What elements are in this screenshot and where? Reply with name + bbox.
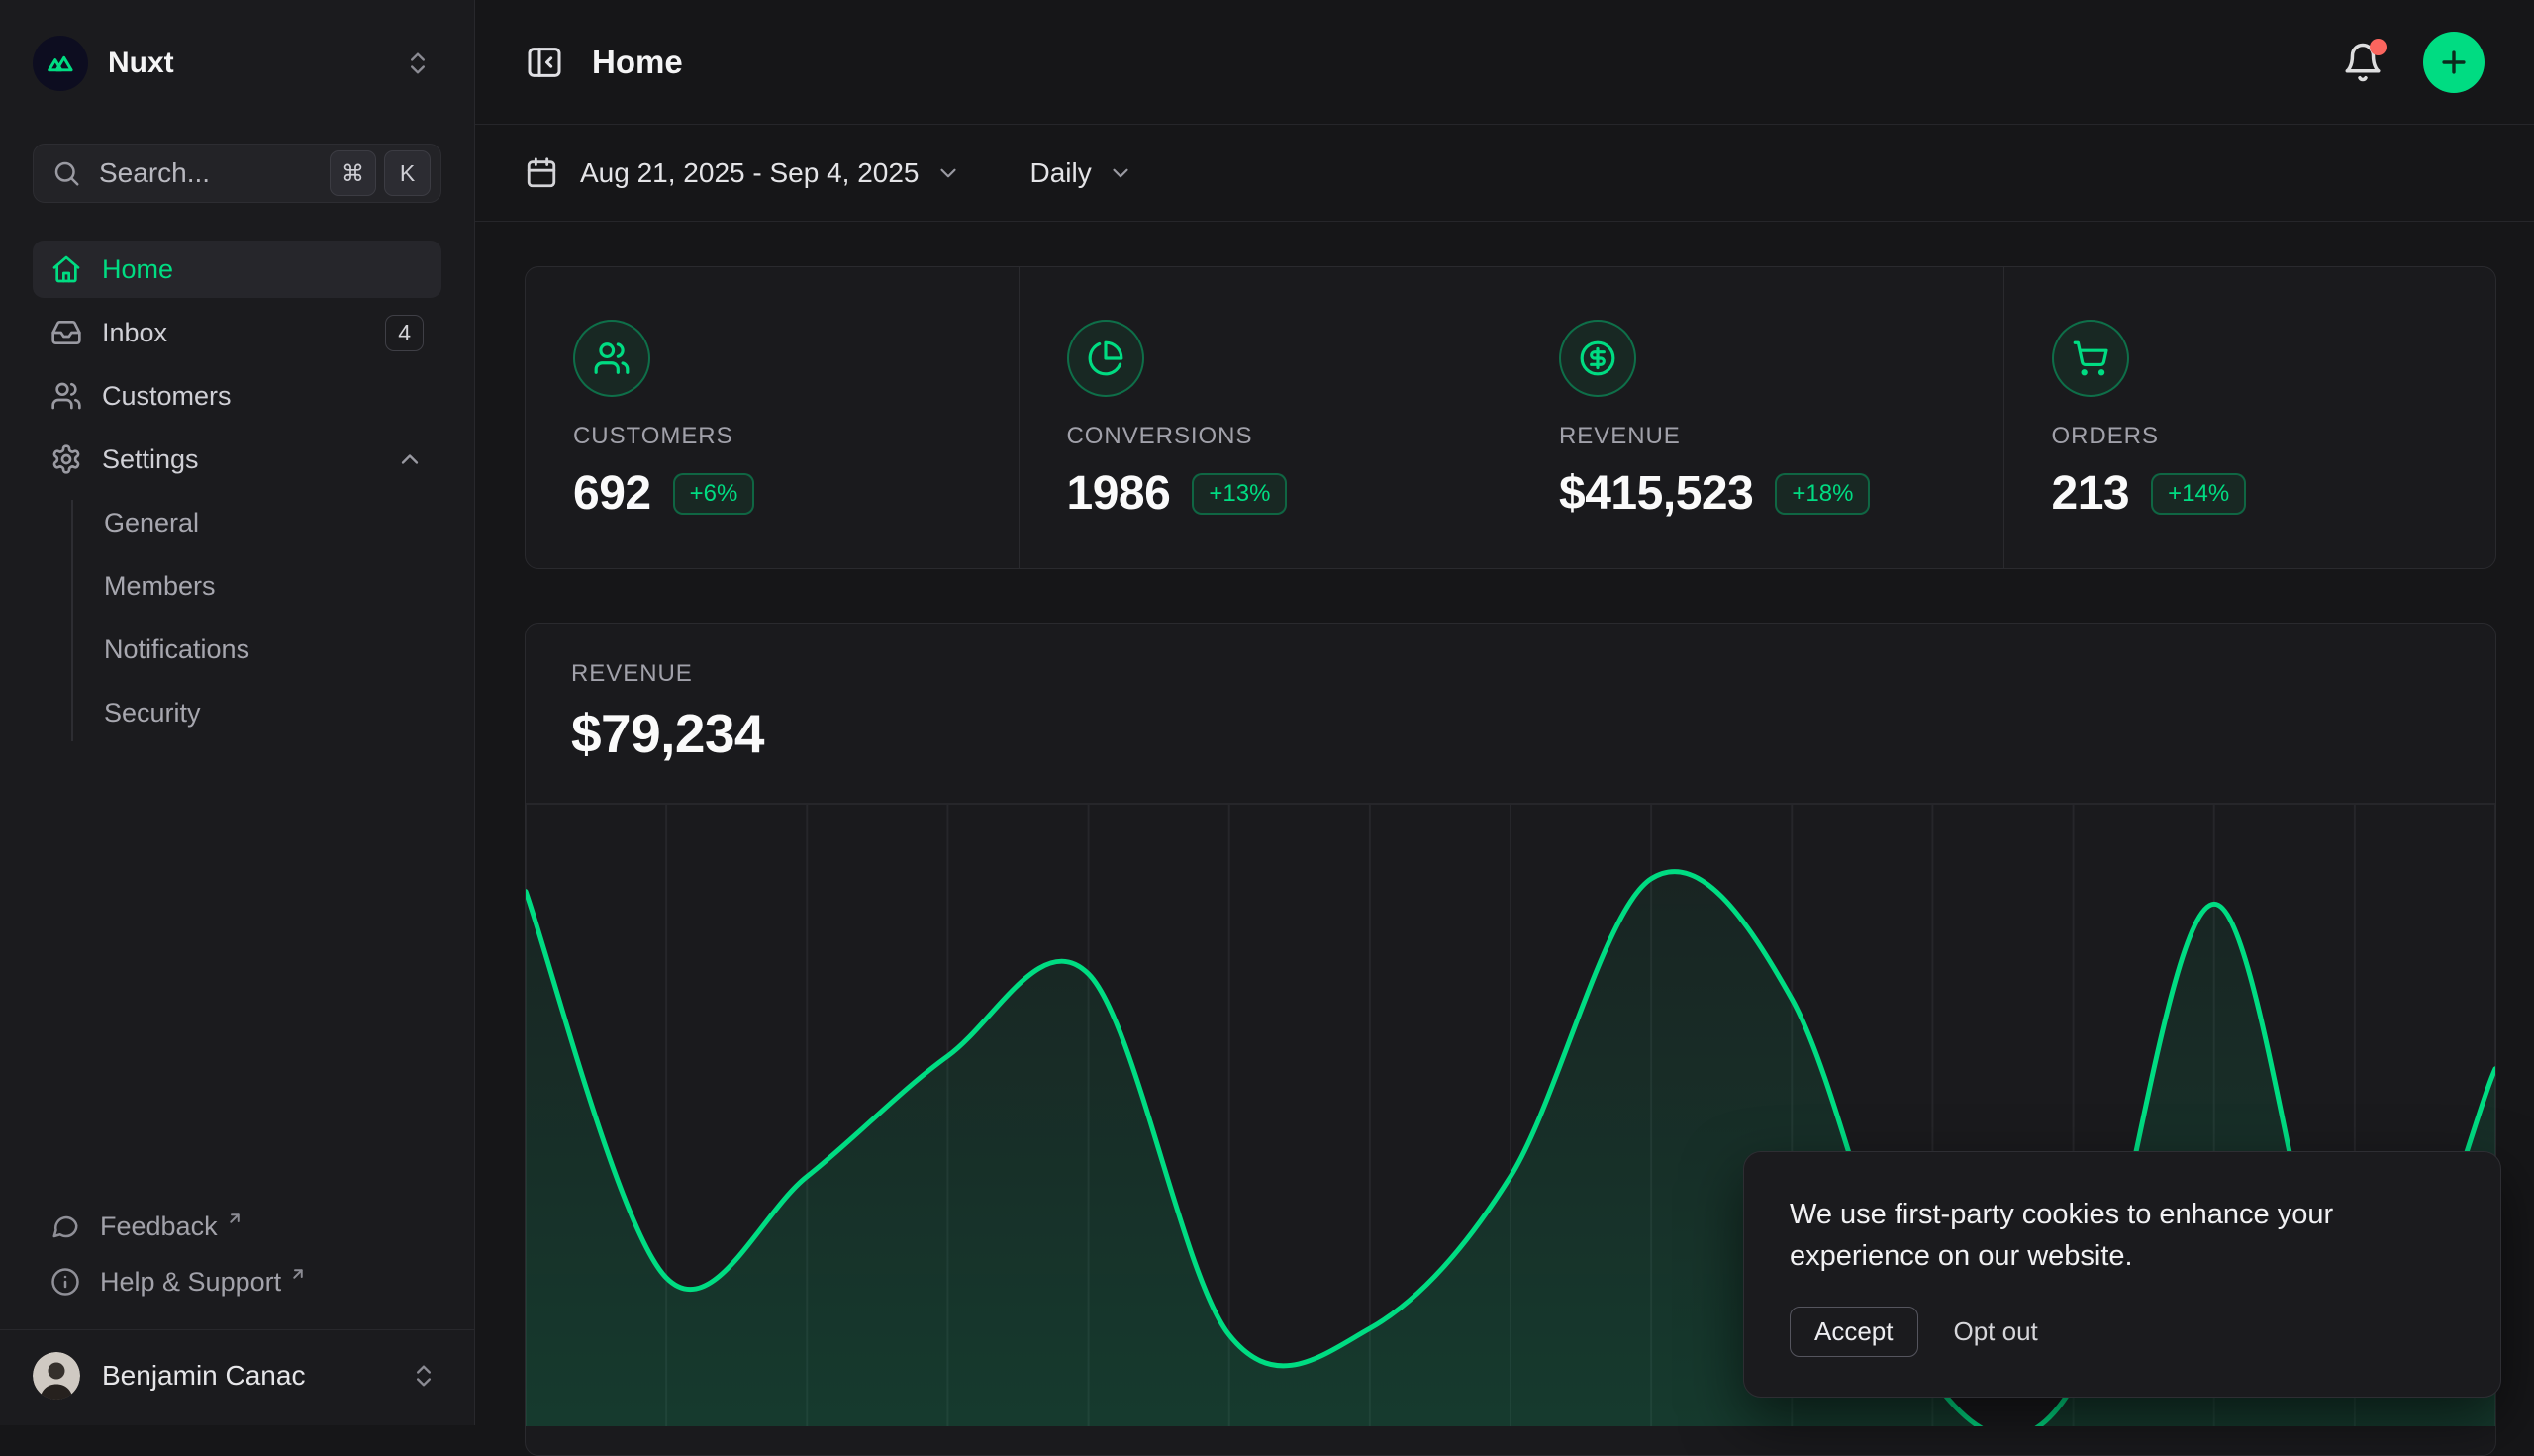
user-name: Benjamin Canac (102, 1360, 305, 1392)
sidebar-item-inbox[interactable]: Inbox 4 (33, 304, 441, 361)
cookie-actions: Accept Opt out (1790, 1307, 2455, 1357)
notifications-button[interactable] (2342, 42, 2384, 83)
kbd-cmd: ⌘ (330, 150, 376, 196)
sidebar-divider (0, 1329, 474, 1330)
workspace-switcher[interactable]: Nuxt (33, 33, 441, 94)
date-range-value: Aug 21, 2025 - Sep 4, 2025 (580, 157, 920, 189)
sidebar-item-general[interactable]: General (33, 494, 441, 551)
nuxt-logo-icon (33, 36, 88, 91)
search-icon (51, 158, 81, 188)
granularity-select[interactable]: Daily (1030, 157, 1133, 189)
unread-dot (2370, 39, 2387, 55)
inbox-icon (50, 317, 82, 348)
stat-value: 692 (573, 466, 651, 521)
stat-delta-badge: +13% (1192, 473, 1287, 515)
feedback-link[interactable]: Feedback (33, 1199, 441, 1254)
settings-subnav: General Members Notifications Security (33, 494, 441, 747)
sidebar-item-security[interactable]: Security (33, 684, 441, 741)
cookie-banner: We use first-party cookies to enhance yo… (1743, 1151, 2501, 1398)
circle-dollar-icon (1559, 320, 1636, 397)
stat-card-customers[interactable]: CUSTOMERS 692 +6% (526, 267, 1019, 568)
sidebar: Nuxt Search... ⌘ K Home (0, 0, 475, 1425)
collapse-sidebar-button[interactable] (525, 43, 564, 82)
inbox-unread-badge: 4 (385, 315, 424, 351)
stat-value: $415,523 (1559, 466, 1753, 521)
panel-left-close-icon (525, 43, 564, 82)
avatar (33, 1352, 80, 1400)
revenue-chart-value: $79,234 (571, 702, 2450, 765)
info-circle-icon (50, 1267, 80, 1297)
sidebar-footer: Feedback Help & Support (33, 1199, 441, 1400)
app-root: Nuxt Search... ⌘ K Home (0, 0, 2534, 1425)
sidebar-item-notifications[interactable]: Notifications (33, 621, 441, 678)
sidebar-item-label: Settings (102, 444, 199, 475)
stats-row: CUSTOMERS 692 +6% CONVERSIONS 1986 +13% (525, 266, 2496, 569)
sidebar-item-label: Customers (102, 381, 232, 412)
stat-delta-badge: +14% (2151, 473, 2246, 515)
calendar-icon (525, 156, 558, 190)
shopping-cart-icon (2052, 320, 2129, 397)
help-support-link[interactable]: Help & Support (33, 1254, 441, 1310)
external-link-icon (226, 1210, 244, 1227)
chevron-up-icon (396, 445, 424, 473)
chevrons-up-down-icon (404, 49, 432, 77)
house-icon (50, 253, 82, 285)
search-input[interactable]: Search... ⌘ K (33, 144, 441, 203)
chevrons-up-down-icon (410, 1362, 438, 1390)
message-circle-icon (50, 1212, 80, 1241)
kbd-k: K (384, 150, 431, 196)
pie-chart-icon (1067, 320, 1144, 397)
stat-label: CONVERSIONS (1067, 423, 1482, 450)
cookie-message: We use first-party cookies to enhance yo… (1790, 1194, 2455, 1277)
sidebar-item-label: Inbox (102, 318, 167, 348)
accept-button[interactable]: Accept (1790, 1307, 1918, 1357)
search-placeholder: Search... (99, 157, 322, 189)
stat-value: 1986 (1067, 466, 1171, 521)
footer-item-label: Help & Support (100, 1267, 281, 1298)
add-new-button[interactable] (2423, 32, 2485, 93)
revenue-chart-label: REVENUE (571, 660, 2450, 688)
opt-out-button[interactable]: Opt out (1954, 1316, 2038, 1347)
sidebar-item-home[interactable]: Home (33, 241, 441, 298)
stat-label: REVENUE (1559, 423, 1974, 450)
footer-item-label: Feedback (100, 1212, 218, 1242)
filter-toolbar: Aug 21, 2025 - Sep 4, 2025 Daily (475, 125, 2534, 222)
users-icon (573, 320, 650, 397)
stat-card-conversions[interactable]: CONVERSIONS 1986 +13% (1019, 267, 1511, 568)
stat-delta-badge: +18% (1775, 473, 1870, 515)
chevron-down-icon (935, 160, 961, 186)
chevron-down-icon (1108, 160, 1133, 186)
granularity-value: Daily (1030, 157, 1092, 189)
gear-icon (50, 443, 82, 475)
user-menu[interactable]: Benjamin Canac (33, 1352, 441, 1400)
sidebar-item-customers[interactable]: Customers (33, 367, 441, 425)
stat-card-orders[interactable]: ORDERS 213 +14% (2003, 267, 2496, 568)
users-icon (50, 380, 82, 412)
workspace-name: Nuxt (108, 47, 174, 80)
date-range-picker[interactable]: Aug 21, 2025 - Sep 4, 2025 (525, 156, 961, 190)
topbar-actions (2342, 32, 2485, 93)
page-title: Home (592, 44, 683, 81)
stat-value: 213 (2052, 466, 2130, 521)
sidebar-item-settings[interactable]: Settings (33, 431, 441, 488)
topbar: Home (475, 0, 2534, 125)
sidebar-item-members[interactable]: Members (33, 557, 441, 615)
stat-delta-badge: +6% (673, 473, 755, 515)
stat-label: ORDERS (2052, 423, 2467, 450)
stat-card-revenue[interactable]: REVENUE $415,523 +18% (1511, 267, 2003, 568)
sidebar-item-label: Home (102, 254, 173, 285)
plus-icon (2437, 46, 2471, 79)
stat-label: CUSTOMERS (573, 423, 989, 450)
revenue-chart-header: REVENUE $79,234 (526, 624, 2495, 765)
external-link-icon (289, 1265, 307, 1283)
sidebar-nav: Home Inbox 4 Customers Settings (33, 241, 441, 753)
